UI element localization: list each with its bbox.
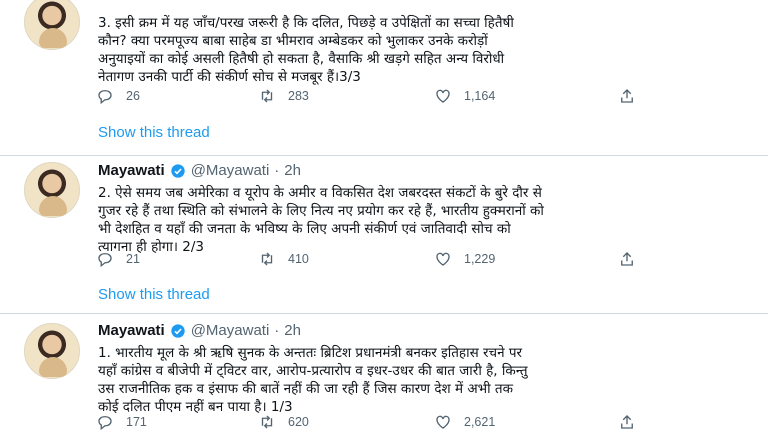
- share-icon: [621, 415, 633, 429]
- tweet-time[interactable]: 2h: [284, 322, 301, 339]
- avatar[interactable]: [24, 162, 80, 218]
- heart-icon: [436, 415, 450, 429]
- separator-dot: ·: [274, 162, 280, 179]
- reply-button[interactable]: 171: [96, 413, 147, 431]
- retweet-count: 410: [288, 252, 309, 266]
- tweet-actions: 21 410 1,229: [96, 250, 656, 272]
- tweet-text: 3. इसी क्रम में यह जाँच/परख जरूरी है कि …: [98, 15, 514, 85]
- like-count: 2,621: [464, 415, 496, 429]
- tweet-actions: 171 620 2,621: [96, 413, 656, 432]
- tweet-actions: 26 283 1,164: [96, 87, 656, 109]
- reply-button[interactable]: 26: [96, 87, 140, 105]
- tweet-text: 1. भारतीय मूल के श्री ऋषि सुनक के अन्ततः…: [98, 345, 528, 415]
- retweet-icon: [261, 252, 273, 266]
- author-name[interactable]: Mayawati: [98, 322, 165, 339]
- avatar[interactable]: [24, 0, 80, 50]
- verified-badge-icon: [171, 163, 185, 178]
- reply-count: 26: [126, 89, 140, 103]
- retweet-count: 283: [288, 89, 309, 103]
- separator-dot: ·: [274, 322, 280, 339]
- show-thread-link[interactable]: Show this thread: [98, 124, 210, 141]
- retweet-count: 620: [288, 415, 309, 429]
- like-button[interactable]: 1,164: [434, 87, 495, 105]
- tweet-header: Mayawati @Mayawati · 2h: [98, 162, 301, 179]
- retweet-button[interactable]: 410: [258, 250, 309, 268]
- tweet-header: Mayawati @Mayawati · 2h: [98, 322, 301, 339]
- author-name[interactable]: Mayawati: [98, 162, 165, 179]
- tweet-text: 2. ऐसे समय जब अमेरिका व यूरोप के अमीर व …: [98, 185, 544, 255]
- reply-count: 171: [126, 415, 147, 429]
- like-button[interactable]: 2,621: [434, 413, 495, 431]
- share-icon: [621, 89, 633, 103]
- retweet-icon: [261, 415, 273, 429]
- avatar[interactable]: [24, 323, 80, 379]
- reply-icon: [98, 416, 112, 431]
- like-button[interactable]: 1,229: [434, 250, 495, 268]
- author-handle[interactable]: @Mayawati: [191, 322, 270, 339]
- verified-badge-icon: [171, 323, 185, 338]
- retweet-button[interactable]: 283: [258, 87, 309, 105]
- heart-icon: [436, 89, 450, 103]
- share-icon: [621, 252, 633, 266]
- share-button[interactable]: [618, 250, 636, 268]
- share-button[interactable]: [618, 413, 636, 431]
- retweet-button[interactable]: 620: [258, 413, 309, 431]
- tweet-1-of-3[interactable]: Mayawati @Mayawati · 2h 1. भारतीय मूल के…: [0, 315, 768, 432]
- reply-icon: [98, 90, 112, 105]
- like-count: 1,229: [464, 252, 496, 266]
- reply-count: 21: [126, 252, 140, 266]
- like-count: 1,164: [464, 89, 496, 103]
- reply-icon: [98, 253, 112, 268]
- tweet-2-of-3[interactable]: Mayawati @Mayawati · 2h 2. ऐसे समय जब अम…: [0, 157, 768, 314]
- heart-icon: [436, 252, 450, 266]
- retweet-icon: [261, 89, 273, 103]
- author-handle[interactable]: @Mayawati: [191, 162, 270, 179]
- tweet-time[interactable]: 2h: [284, 162, 301, 179]
- reply-button[interactable]: 21: [96, 250, 140, 268]
- tweet-3-of-3[interactable]: 3. इसी क्रम में यह जाँच/परख जरूरी है कि …: [0, 0, 768, 156]
- show-thread-link[interactable]: Show this thread: [98, 286, 210, 303]
- share-button[interactable]: [618, 87, 636, 105]
- tweet-feed: 3. इसी क्रम में यह जाँच/परख जरूरी है कि …: [0, 0, 768, 432]
